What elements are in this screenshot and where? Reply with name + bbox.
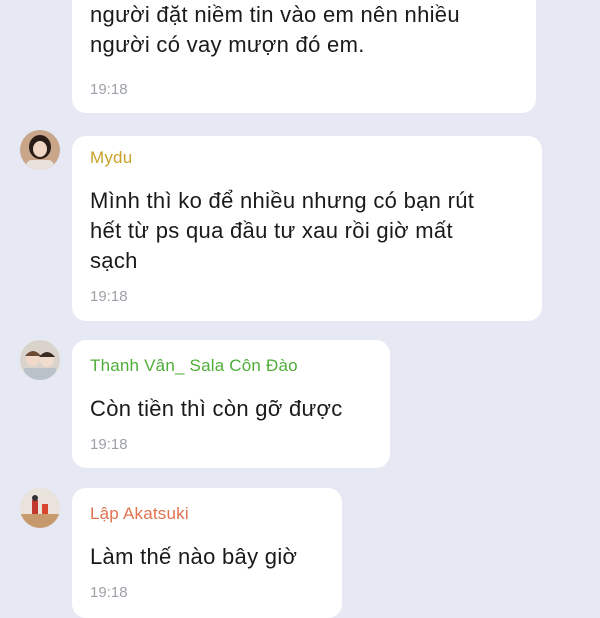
sender-name[interactable]: Lập Akatsuki bbox=[90, 504, 189, 524]
chat-thread: người đặt niềm tin vào em nên nhiều ngườ… bbox=[0, 0, 600, 618]
message-text: Làm thế nào bây giờ bbox=[90, 542, 297, 572]
message-text: Còn tiền thì còn gỡ được bbox=[90, 394, 343, 424]
message-line: Mình thì ko để nhiều nhưng có bạn rút bbox=[90, 188, 475, 213]
message-time: 19:18 bbox=[90, 81, 128, 98]
user-avatar-icon bbox=[20, 340, 60, 380]
message-line: sạch bbox=[90, 248, 138, 273]
message-bubble[interactable]: Mydu Mình thì ko để nhiều nhưng có bạn r… bbox=[72, 136, 542, 321]
message-line: Làm thế nào bây giờ bbox=[90, 544, 298, 569]
sender-name[interactable]: Mydu bbox=[90, 148, 132, 168]
message-line: người đặt niềm tin vào em nên nhiều bbox=[90, 2, 460, 27]
user-avatar-icon bbox=[20, 488, 60, 528]
message-line: hết từ ps qua đầu tư xau rồi giờ mất bbox=[90, 218, 453, 243]
message-bubble[interactable]: người đặt niềm tin vào em nên nhiều ngườ… bbox=[72, 0, 536, 113]
message-text: Mình thì ko để nhiều nhưng có bạn rút hế… bbox=[90, 186, 474, 276]
user-avatar-icon bbox=[20, 130, 60, 170]
message-time: 19:18 bbox=[90, 288, 128, 305]
message-time: 19:18 bbox=[90, 436, 128, 453]
message-line: người có vay mượn đó em. bbox=[90, 32, 365, 57]
avatar[interactable] bbox=[20, 488, 60, 528]
message-text: người đặt niềm tin vào em nên nhiều ngườ… bbox=[90, 0, 460, 60]
message-line: Còn tiền thì còn gỡ được bbox=[90, 396, 343, 421]
message-bubble[interactable]: Thanh Vân_ Sala Côn Đào Còn tiền thì còn… bbox=[72, 340, 390, 468]
message-bubble[interactable]: Lập Akatsuki Làm thế nào bây giờ 19:18 bbox=[72, 488, 342, 618]
avatar[interactable] bbox=[20, 340, 60, 380]
message-time: 19:18 bbox=[90, 584, 128, 601]
avatar[interactable] bbox=[20, 130, 60, 170]
sender-name[interactable]: Thanh Vân_ Sala Côn Đào bbox=[90, 356, 298, 376]
